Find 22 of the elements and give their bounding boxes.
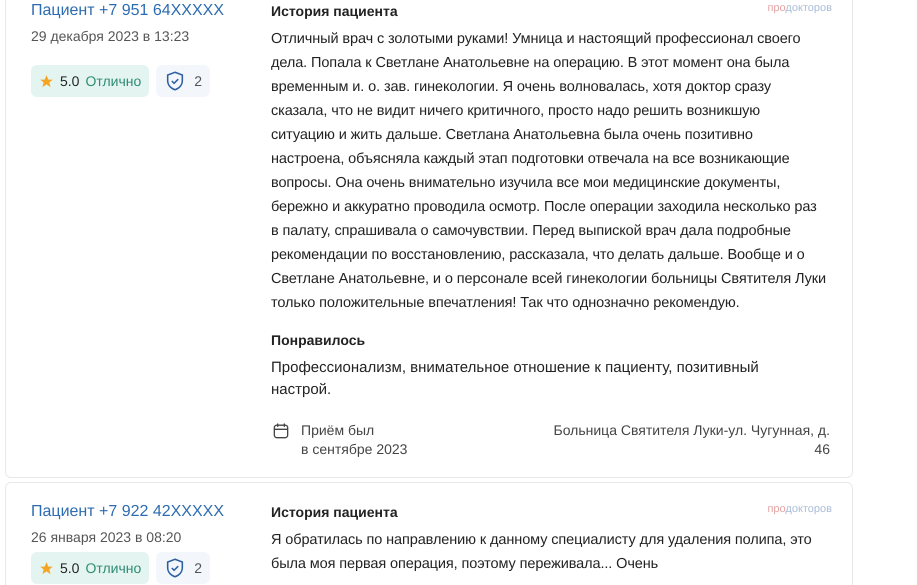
review-text: Я обратилась по направлению к данному специалисту для удаления полипа, это была моя первая операция, поэтому переживала... Очень — [271, 531, 813, 574]
review-date: 26 января 2023 в 08:20 — [31, 528, 182, 547]
rating-badge: 5.0 Отлично — [31, 65, 150, 97]
visit-date: в сентябре 2023 — [301, 440, 408, 459]
review-date: 29 декабря 2023 в 13:23 — [31, 27, 190, 46]
clinic-address: Больница Святителя Луки-ул. Чугунная, д. 46 — [552, 421, 830, 459]
brand-label: продокторов — [767, 1, 832, 16]
review-text: Отличный врач с золотыми руками! Умница и настоящий профессионал своего дела. Попала к Светлане Анатольевне на операцию. В этот момент она была временным и. о. зав. гинекологии. Я очень волновалась, хотя доктор сразу сказала, что не видит ничего критичного, просто надо решить возникшую ситуацию и жить дальше. Светлана Анатольевна была очень позитивно настроена, объясняла каждый этап подготовки отвечала на все возникающие вопросы. Она очень внимательно изучила все мои медицинские документы, бережно и аккуратно проводила осмотр. После операции заходила несколько раз в палату, спрашивала о самочувствии. Перед выпиской врач дала подробные рекомендации по восстановлению, рассказала, что делать дальше. Вообще и о Светлане Анатольевне, и о персонале всей гинекологии больницы Святителя Луки только положительные впечатления! Так что однозначно рекомендую. — [271, 30, 828, 313]
star-icon — [39, 560, 54, 576]
visit-date: Приём был — [301, 421, 376, 440]
liked-title: Понравилось — [271, 331, 366, 350]
liked-text: Профессионализм, внимательное отношение к пациенту, позитивный настрой. — [271, 358, 760, 400]
section-title: История пациента — [271, 2, 398, 21]
section-title: История пациента — [271, 503, 398, 522]
author-link[interactable]: Пациент +7 951 64XXXXX — [31, 0, 271, 22]
author-link[interactable]: Пациент +7 922 42XXXXX — [31, 501, 271, 523]
calendar-icon — [271, 421, 291, 441]
verified-badge: 2 — [156, 65, 210, 97]
brand-label: продокторов — [767, 502, 832, 517]
star-icon — [39, 74, 54, 88]
verified-badge: 2 — [156, 552, 210, 584]
rating-badge: 5.0 Отлично — [31, 552, 150, 584]
